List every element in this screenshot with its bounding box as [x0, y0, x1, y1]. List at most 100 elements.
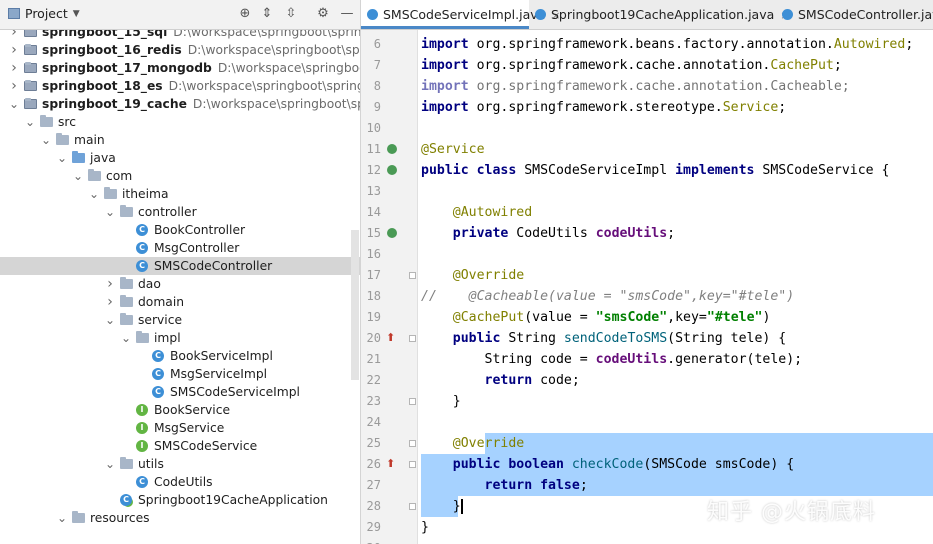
tree-item[interactable]: ⌄ java — [0, 149, 360, 167]
chevron-down-icon[interactable]: ⌄ — [104, 203, 116, 221]
hide-panel-icon[interactable]: — — [338, 5, 356, 23]
spring-bean-icon[interactable] — [387, 228, 397, 238]
fold-marker-icon[interactable] — [409, 440, 416, 447]
chevron-down-icon[interactable]: ⌄ — [120, 329, 132, 347]
editor-tab-label: SMSCodeController.java — [798, 7, 933, 22]
locate-icon[interactable]: ⊕ — [236, 5, 254, 23]
fold-marker-icon[interactable] — [409, 272, 416, 279]
tree-item[interactable]: C Springboot19CacheApplication — [0, 491, 360, 509]
code-line[interactable]: @Override — [421, 433, 933, 454]
code-token: ; — [778, 100, 787, 115]
code-token: (String tele) { — [667, 331, 787, 346]
code-line[interactable]: import org.springframework.beans.factory… — [421, 34, 933, 55]
chevron-down-icon[interactable]: ⌄ — [40, 131, 52, 149]
code-line[interactable]: public String sendCodeToSMS(String tele)… — [421, 328, 933, 349]
code-line[interactable] — [421, 244, 933, 265]
editor-tab[interactable]: SMSCodeServiceImpl.java × — [361, 0, 561, 29]
chevron-right-icon[interactable]: › — [104, 275, 116, 293]
line-number: 22 — [366, 373, 381, 387]
code-line[interactable]: // @Cacheable(value = "smsCode",key="#te… — [421, 286, 933, 307]
class-icon: C — [152, 386, 164, 398]
code-line[interactable] — [421, 538, 933, 544]
code-line[interactable]: @Autowired — [421, 202, 933, 223]
chevron-down-icon[interactable]: ⌄ — [88, 185, 100, 203]
code-line[interactable]: import org.springframework.cache.annotat… — [421, 55, 933, 76]
tree-item[interactable]: C MsgController — [0, 239, 360, 257]
code-editor[interactable]: 6 7 8 9 10 11 12 13 14 15 16 17 18 19 20 ⬆ 21 22 23 24 25 26 ⬆… — [361, 0, 933, 544]
tree-item[interactable]: › springboot_16_redis D:\workspace\springb… — [0, 41, 360, 59]
code-line[interactable]: @Override — [421, 265, 933, 286]
tree-item[interactable]: I BookService — [0, 401, 360, 419]
code-token: import — [421, 37, 477, 52]
tree-item[interactable]: I MsgService — [0, 419, 360, 437]
tree-item[interactable]: ⌄ service — [0, 311, 360, 329]
chevron-down-icon[interactable]: ⌄ — [56, 149, 68, 167]
chevron-right-icon[interactable]: › — [104, 293, 116, 311]
code-line[interactable] — [421, 181, 933, 202]
tree-item[interactable]: › dao — [0, 275, 360, 293]
tree-item[interactable]: › domain — [0, 293, 360, 311]
code-line[interactable]: public class SMSCodeServiceImpl implemen… — [421, 160, 933, 181]
chevron-down-icon[interactable]: ⌄ — [8, 95, 20, 113]
spring-bean-icon[interactable] — [387, 165, 397, 175]
override-method-icon[interactable]: ⬆ — [386, 331, 398, 345]
tree-item[interactable]: C MsgServiceImpl — [0, 365, 360, 383]
tree-item[interactable]: ⌄ controller — [0, 203, 360, 221]
code-line[interactable]: @Service — [421, 139, 933, 160]
tree-item[interactable]: ⌄ utils — [0, 455, 360, 473]
tree-item[interactable]: › springboot_18_es D:\workspace\springboot… — [0, 77, 360, 95]
code-line[interactable]: @CachePut(value = "smsCode",key="#tele") — [421, 307, 933, 328]
project-title: Project — [25, 6, 68, 21]
code-line[interactable]: public boolean checkCode(SMSCode smsCode… — [421, 454, 933, 475]
code-line[interactable]: return code; — [421, 370, 933, 391]
fold-marker-icon[interactable] — [409, 503, 416, 510]
code-line[interactable]: import org.springframework.stereotype.Se… — [421, 97, 933, 118]
tree-item-name: domain — [138, 295, 185, 309]
tree-item[interactable]: ⌄ src — [0, 113, 360, 131]
chevron-right-icon[interactable]: › — [8, 59, 20, 77]
project-view-selector[interactable]: Project ▼ — [8, 6, 80, 21]
chevron-right-icon[interactable]: › — [8, 41, 20, 59]
gear-icon[interactable]: ⚙ — [314, 5, 332, 23]
code-line[interactable]: } — [421, 391, 933, 412]
tree-item[interactable]: ⌄ com — [0, 167, 360, 185]
line-number: 23 — [366, 394, 381, 408]
tree-item[interactable]: ⌄ itheima — [0, 185, 360, 203]
code-line[interactable]: private CodeUtils codeUtils; — [421, 223, 933, 244]
fold-marker-icon[interactable] — [409, 461, 416, 468]
spring-bean-icon[interactable] — [387, 144, 397, 154]
code-token: @Override — [452, 268, 525, 283]
code-line[interactable]: return false; — [421, 475, 933, 496]
tree-item[interactable]: › springboot_17_mongodb D:\workspace\sprin… — [0, 59, 360, 77]
tree-item[interactable]: C SMSCodeServiceImpl — [0, 383, 360, 401]
tree-item[interactable]: I SMSCodeService — [0, 437, 360, 455]
expand-all-icon[interactable]: ⇕ — [258, 5, 276, 23]
code-line[interactable]: import org.springframework.cache.annotat… — [421, 76, 933, 97]
chevron-down-icon[interactable]: ⌄ — [72, 167, 84, 185]
tree-scrollbar[interactable] — [351, 230, 359, 380]
collapse-all-icon[interactable]: ⇳ — [282, 5, 300, 23]
tree-item[interactable]: ⌄ impl — [0, 329, 360, 347]
tree-item[interactable]: ⌄ resources — [0, 509, 360, 527]
code-token: ) — [762, 310, 771, 325]
chevron-right-icon[interactable]: › — [8, 77, 20, 95]
tree-item[interactable]: ⌄ springboot_19_cache D:\workspace\springb… — [0, 95, 360, 113]
code-line[interactable] — [421, 118, 933, 139]
tree-item[interactable]: C BookController — [0, 221, 360, 239]
code-line[interactable]: String code = codeUtils.generator(tele); — [421, 349, 933, 370]
tree-item[interactable]: ⌄ main — [0, 131, 360, 149]
chevron-down-icon[interactable]: ⌄ — [24, 113, 36, 131]
fold-marker-icon[interactable] — [409, 335, 416, 342]
chevron-down-icon[interactable]: ⌄ — [104, 311, 116, 329]
chevron-down-icon[interactable]: ⌄ — [56, 509, 68, 527]
code-token: @Autowired — [452, 205, 533, 220]
chevron-down-icon[interactable]: ⌄ — [104, 455, 116, 473]
tree-item[interactable]: C BookServiceImpl — [0, 347, 360, 365]
tree-item[interactable]: C CodeUtils — [0, 473, 360, 491]
fold-marker-icon[interactable] — [409, 398, 416, 405]
tree-item[interactable]: C SMSCodeController — [0, 257, 360, 275]
code-line[interactable] — [421, 412, 933, 433]
editor-tab[interactable]: SMSCodeController.java — [776, 0, 933, 29]
editor-tab[interactable]: Springboot19CacheApplication.java× — [529, 0, 789, 29]
override-method-icon[interactable]: ⬆ — [386, 457, 398, 471]
